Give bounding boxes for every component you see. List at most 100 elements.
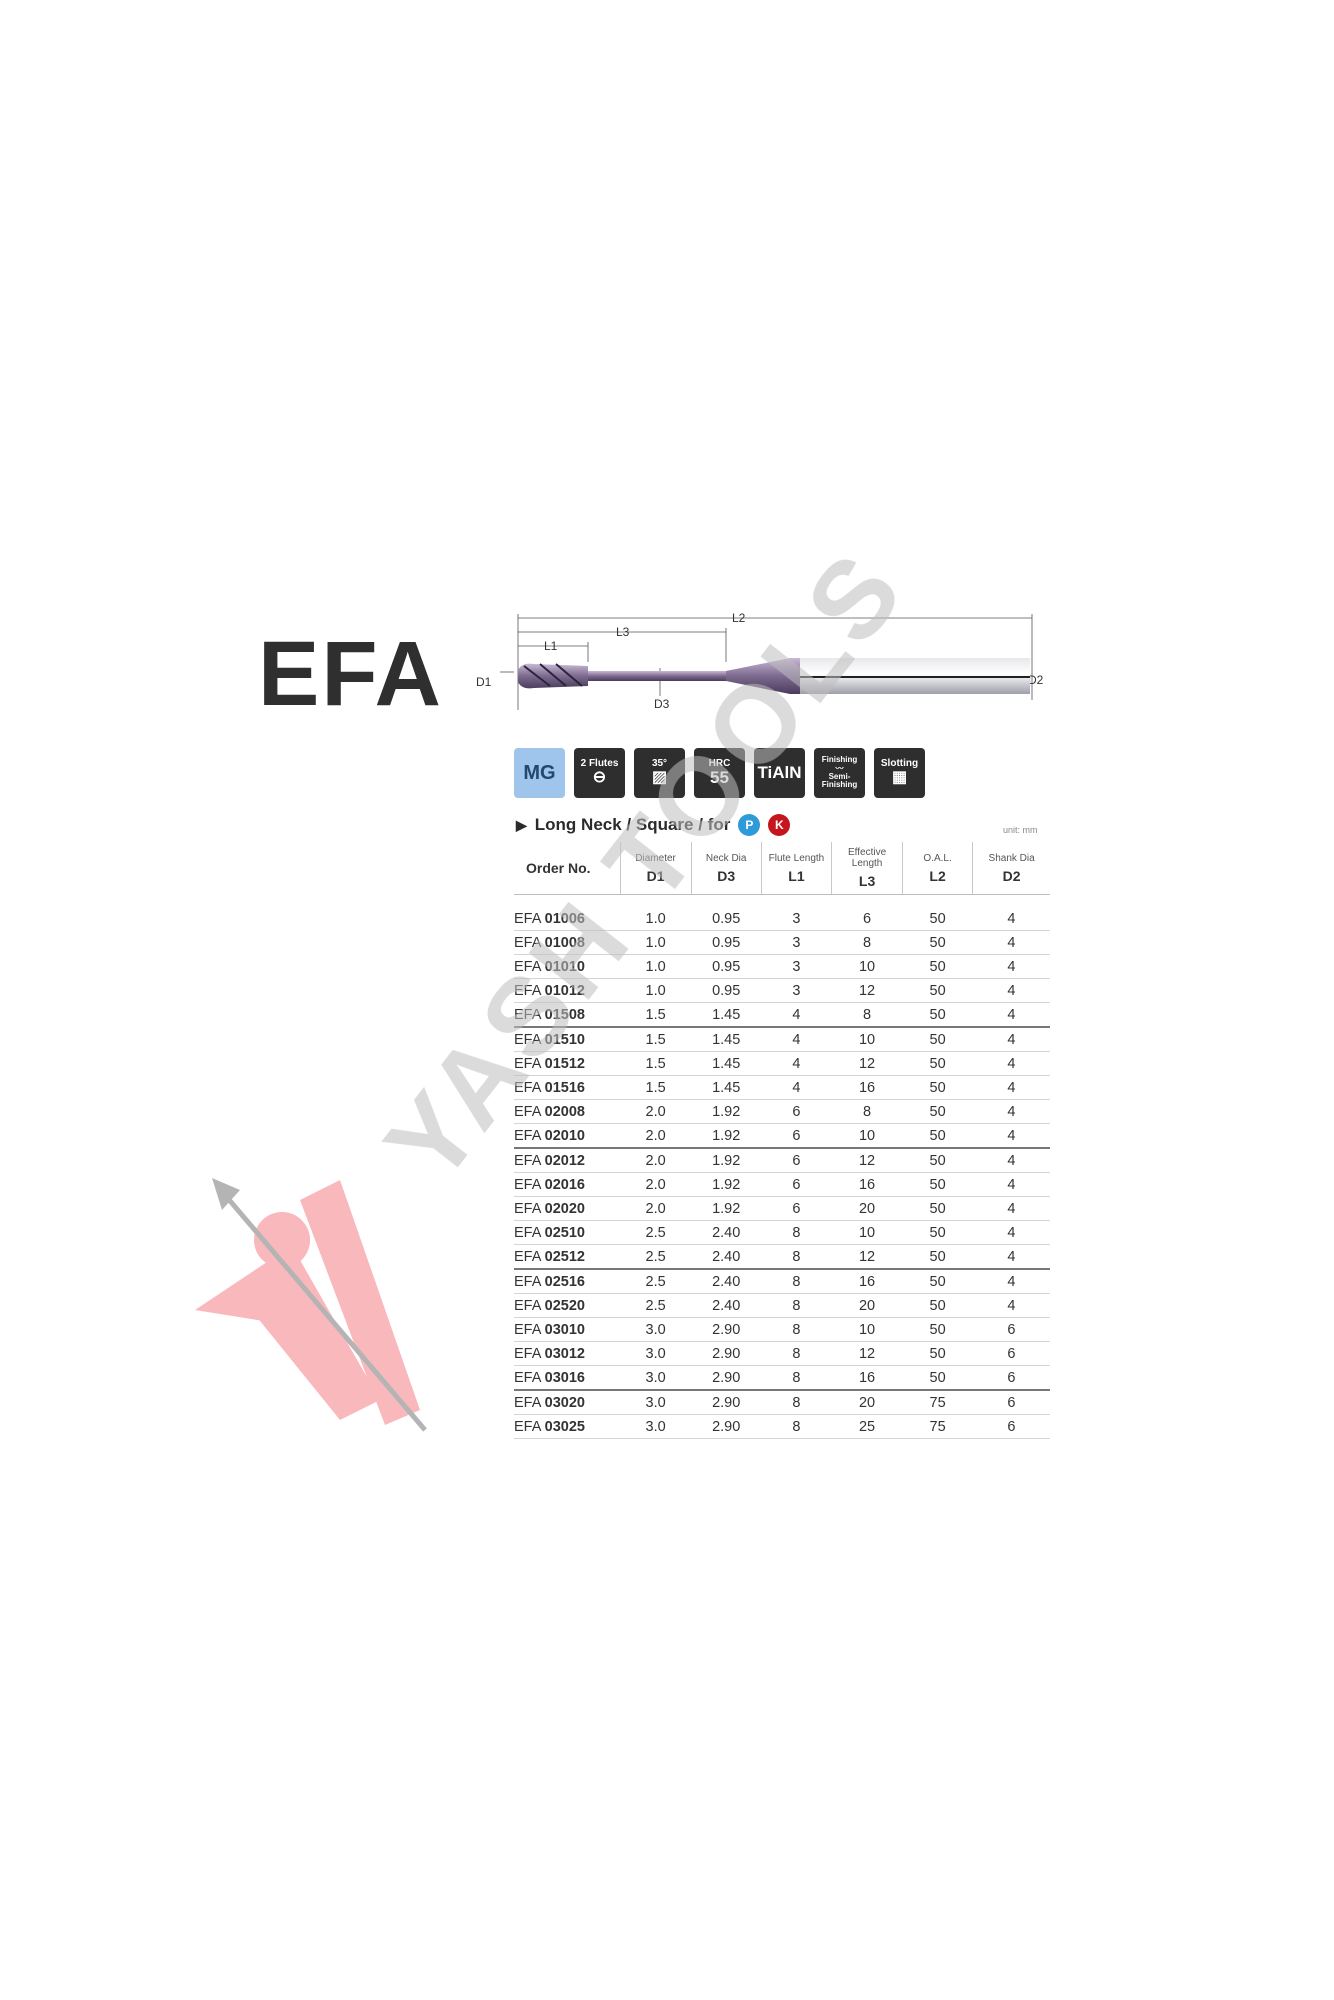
column-header: Effective Length L3 bbox=[831, 842, 903, 895]
cell-d3: 1.45 bbox=[691, 1002, 762, 1028]
cell-d2: 6 bbox=[972, 1341, 1050, 1366]
order-number-cell: EFA 02520 bbox=[514, 1293, 621, 1318]
dim-label-d1: D1 bbox=[476, 675, 492, 689]
watermark-logo-arrow bbox=[223, 1193, 427, 1432]
order-prefix: EFA bbox=[514, 1394, 541, 1411]
semi-finishing-label: Semi-Finishing bbox=[821, 772, 858, 790]
cell-d2: 4 bbox=[972, 1148, 1050, 1173]
cell-l1: 8 bbox=[761, 1414, 832, 1439]
order-number-cell: EFA 02020 bbox=[514, 1196, 621, 1221]
cell-l2: 50 bbox=[902, 978, 973, 1003]
order-number-cell: EFA 02512 bbox=[514, 1244, 621, 1270]
cell-d3: 1.45 bbox=[691, 1027, 762, 1052]
finishing-icon: Finishing 〰 Semi-Finishing bbox=[814, 748, 865, 798]
cell-l3: 10 bbox=[831, 954, 903, 979]
cell-d1: 2.0 bbox=[620, 1196, 692, 1221]
cell-l2: 50 bbox=[902, 1148, 973, 1173]
dim-label-d3: D3 bbox=[654, 697, 670, 711]
order-code: 01008 bbox=[544, 934, 585, 951]
cell-d3: 1.45 bbox=[691, 1075, 762, 1100]
column-header-code: D1 bbox=[646, 867, 665, 884]
cell-d1: 1.5 bbox=[620, 1027, 692, 1052]
cell-d2: 4 bbox=[972, 1220, 1050, 1245]
cell-d3: 2.90 bbox=[691, 1390, 762, 1415]
cell-d1: 3.0 bbox=[620, 1365, 692, 1391]
cell-l1: 8 bbox=[761, 1269, 832, 1294]
material-k-badge: K bbox=[768, 814, 791, 836]
cell-l2: 50 bbox=[902, 930, 973, 955]
order-code: 01512 bbox=[544, 1055, 585, 1072]
cell-d3: 1.45 bbox=[691, 1051, 762, 1076]
cell-l3: 8 bbox=[831, 1099, 903, 1124]
order-prefix: EFA bbox=[514, 1176, 541, 1193]
cell-d1: 3.0 bbox=[620, 1390, 692, 1415]
table-row: EFA 02010 2.0 1.92 6 10 50 4 bbox=[514, 1123, 1050, 1149]
column-header-label: Shank Dia bbox=[988, 852, 1035, 864]
order-prefix: EFA bbox=[514, 982, 541, 999]
cell-l2: 50 bbox=[902, 1051, 973, 1076]
cell-d2: 4 bbox=[972, 1051, 1050, 1076]
subtitle-text: Long Neck / Square / for bbox=[534, 815, 731, 834]
cell-d1: 2.5 bbox=[620, 1244, 692, 1270]
two-flutes-icon: 2 Flutes ⊖ bbox=[574, 748, 625, 798]
cell-l3: 20 bbox=[831, 1390, 903, 1415]
table-row: EFA 03010 3.0 2.90 8 10 50 6 bbox=[514, 1317, 1050, 1342]
table-row: EFA 03012 3.0 2.90 8 12 50 6 bbox=[514, 1341, 1050, 1366]
order-number-cell: EFA 01006 bbox=[514, 907, 621, 931]
cell-l3: 10 bbox=[831, 1123, 903, 1149]
product-title: EFA bbox=[258, 623, 443, 725]
cell-d2: 4 bbox=[972, 1099, 1050, 1124]
order-number-cell: EFA 02016 bbox=[514, 1172, 621, 1197]
order-prefix: EFA bbox=[514, 1297, 541, 1314]
cell-l1: 4 bbox=[761, 1027, 832, 1052]
table-header-row: Order No. Diameter D1 Neck Dia D3 Flute Lengt… bbox=[514, 842, 1050, 895]
cell-d1: 1.0 bbox=[620, 930, 692, 955]
cell-l2: 50 bbox=[902, 907, 973, 931]
order-code: 03025 bbox=[544, 1418, 585, 1435]
material-p-badge: P bbox=[738, 814, 761, 836]
cell-l2: 50 bbox=[902, 1269, 973, 1294]
cell-d3: 1.92 bbox=[691, 1148, 762, 1173]
order-code: 02510 bbox=[544, 1224, 585, 1241]
cell-l2: 50 bbox=[902, 1365, 973, 1391]
cell-d1: 1.5 bbox=[620, 1002, 692, 1028]
order-code: 01508 bbox=[544, 1006, 585, 1023]
column-header-label: Effective Length bbox=[847, 847, 887, 869]
triangle-right-icon: ▶ bbox=[516, 816, 527, 833]
order-prefix: EFA bbox=[514, 1055, 541, 1072]
cell-d2: 6 bbox=[972, 1390, 1050, 1415]
cell-d1: 2.5 bbox=[620, 1293, 692, 1318]
cell-l1: 3 bbox=[761, 907, 832, 931]
order-code: 03012 bbox=[544, 1345, 585, 1362]
cell-l3: 16 bbox=[831, 1269, 903, 1294]
order-code: 02012 bbox=[544, 1152, 585, 1169]
cell-d1: 2.5 bbox=[620, 1269, 692, 1294]
order-number-cell: EFA 02012 bbox=[514, 1148, 621, 1173]
order-code: 02020 bbox=[544, 1200, 585, 1217]
order-prefix: EFA bbox=[514, 1224, 541, 1241]
cell-l3: 25 bbox=[831, 1414, 903, 1439]
cell-l2: 50 bbox=[902, 1123, 973, 1149]
spec-table: Order No. Diameter D1 Neck Dia D3 Flute Lengt… bbox=[514, 842, 1050, 1439]
cell-l3: 10 bbox=[831, 1220, 903, 1245]
cell-l1: 4 bbox=[761, 1075, 832, 1100]
column-header: O.A.L. L2 bbox=[901, 842, 973, 895]
table-row: EFA 03025 3.0 2.90 8 25 75 6 bbox=[514, 1414, 1050, 1439]
cell-l3: 10 bbox=[831, 1317, 903, 1342]
cell-l1: 8 bbox=[761, 1244, 832, 1270]
cell-d3: 1.92 bbox=[691, 1172, 762, 1197]
cell-d1: 2.0 bbox=[620, 1172, 692, 1197]
cell-d2: 6 bbox=[972, 1414, 1050, 1439]
cell-d2: 4 bbox=[972, 1123, 1050, 1149]
cell-l2: 50 bbox=[902, 954, 973, 979]
table-row: EFA 01012 1.0 0.95 3 12 50 4 bbox=[514, 978, 1050, 1003]
cell-d3: 2.40 bbox=[691, 1269, 762, 1294]
order-number-cell: EFA 03020 bbox=[514, 1390, 621, 1415]
cell-l1: 8 bbox=[761, 1341, 832, 1366]
cell-d2: 4 bbox=[972, 1293, 1050, 1318]
order-prefix: EFA bbox=[514, 1418, 541, 1435]
cell-d2: 6 bbox=[972, 1365, 1050, 1391]
order-code: 01516 bbox=[544, 1079, 585, 1096]
cell-l2: 50 bbox=[902, 1293, 973, 1318]
order-code: 02016 bbox=[544, 1176, 585, 1193]
